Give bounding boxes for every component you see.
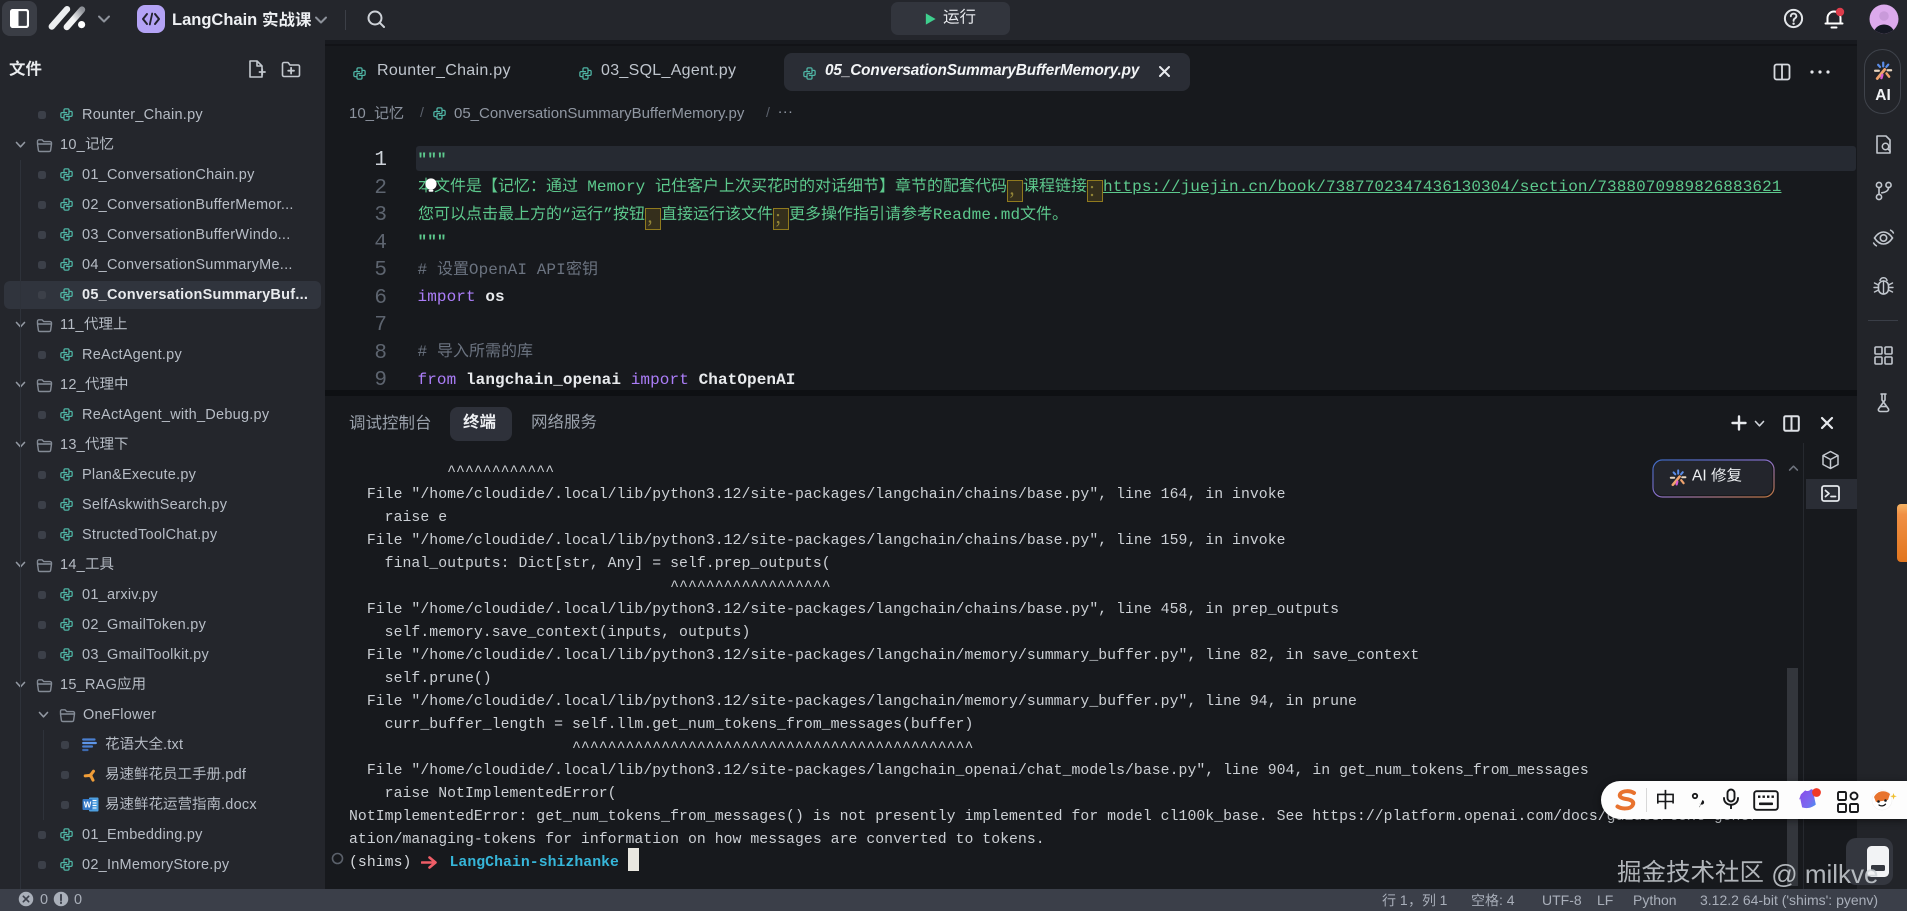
svg-text:W: W xyxy=(84,801,92,810)
